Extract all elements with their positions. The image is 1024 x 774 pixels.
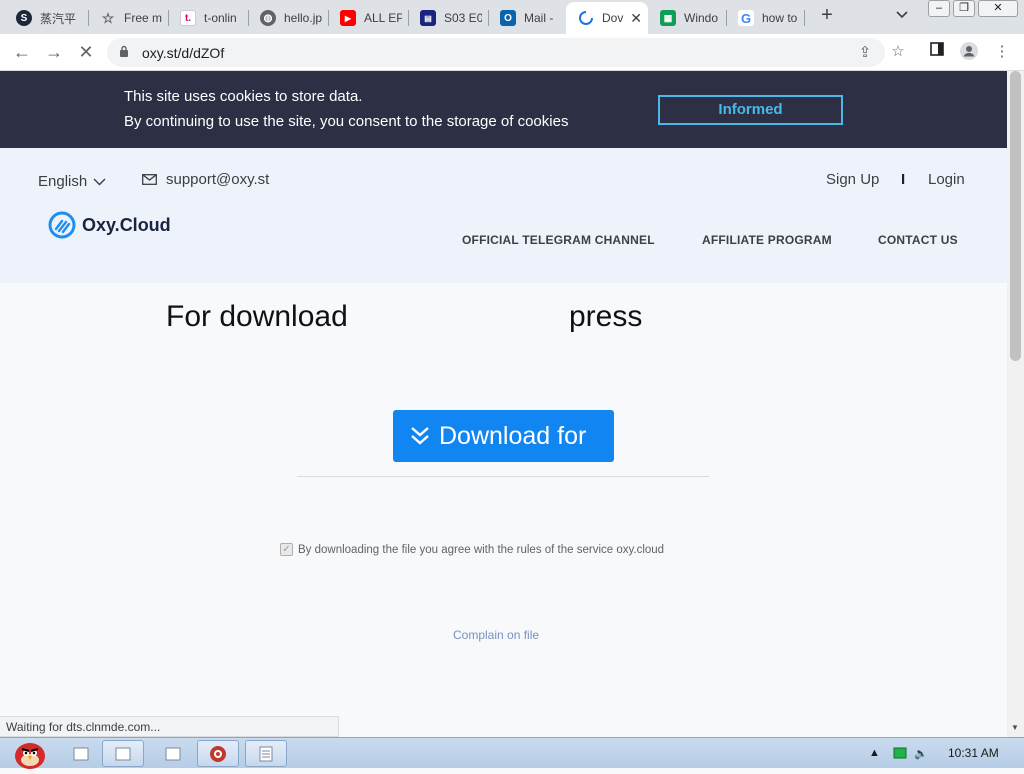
tab-title: ALL EPI [364, 11, 402, 25]
browser-toolbar: ← → ✕ oxy.st/d/dZOf ⇪ ☆ ⋮ [0, 34, 1024, 71]
support-email-link[interactable]: support@oxy.st [142, 171, 269, 188]
cookie-banner: This site uses cookies to store data. By… [0, 71, 1007, 148]
media-icon: ▤ [420, 10, 436, 26]
double-chevron-down-icon [411, 427, 429, 445]
tab-hello[interactable]: ◍ hello.jp [248, 4, 328, 32]
side-panel-icon[interactable] [927, 42, 947, 62]
download-button[interactable]: Download for [393, 410, 614, 462]
youtube-icon: ▶ [340, 10, 356, 26]
language-selector[interactable]: English [38, 173, 106, 190]
tab-title: t-onlin [204, 11, 237, 25]
scroll-down-arrow-icon[interactable]: ▼ [1011, 723, 1019, 732]
network-icon[interactable] [893, 747, 907, 762]
back-button[interactable]: ← [10, 40, 34, 64]
taskbar-show-desktop[interactable] [60, 740, 102, 767]
tab-title: S03 E0 [444, 11, 482, 25]
t-online-icon: t. [180, 10, 196, 26]
tab-title: hello.jp [284, 11, 322, 25]
menu-contact-us[interactable]: CONTACT US [878, 233, 958, 247]
cookie-text-line-1: This site uses cookies to store data. [124, 88, 363, 105]
tab-download-active[interactable]: Dov ✕ [566, 2, 648, 34]
tab-title: Free m [124, 11, 162, 25]
tab-youtube[interactable]: ▶ ALL EPI [328, 4, 408, 32]
tab-windows[interactable]: ▦ Windo [648, 4, 726, 32]
cookie-informed-button[interactable]: Informed [658, 95, 843, 125]
taskbar-steam[interactable] [197, 740, 239, 767]
download-button-label: Download for [439, 421, 587, 450]
share-icon[interactable]: ⇪ [855, 43, 875, 63]
taskbar-explorer[interactable] [102, 740, 144, 767]
tab-search-chevron-icon[interactable] [896, 8, 914, 26]
google-icon: G [738, 10, 754, 26]
volume-icon[interactable]: 🔈 [914, 747, 928, 760]
new-tab-button[interactable]: + [817, 5, 837, 26]
profile-icon[interactable] [959, 42, 979, 62]
loading-spinner-icon [578, 10, 594, 26]
status-bar: Waiting for dts.clnmde.com... [0, 716, 339, 737]
oxy-logo-icon [48, 211, 76, 239]
tab-steam[interactable]: S 蒸汽平 [4, 4, 88, 32]
taskbar-notepad[interactable] [245, 740, 287, 767]
tab-bar: S 蒸汽平 ☆ Free m t. t-onlin ◍ hello.jp ▶ A… [0, 0, 1024, 34]
stop-loading-button[interactable]: ✕ [74, 40, 98, 64]
page-viewport: This site uses cookies to store data. By… [0, 71, 1007, 737]
tab-title: Windo [684, 11, 719, 25]
bookmark-star-icon[interactable]: ☆ [888, 42, 908, 62]
lock-icon [120, 45, 128, 57]
agree-text: By downloading the file you agree with t… [298, 543, 665, 556]
forward-button[interactable]: → [42, 40, 66, 64]
close-window-button[interactable]: ✕ [978, 0, 1018, 17]
tray-expand-icon[interactable]: ▲ [869, 747, 880, 759]
agree-terms: ✓ By downloading the file you agree with… [280, 543, 664, 556]
menu-affiliate-program[interactable]: AFFILIATE PROGRAM [702, 233, 832, 247]
tab-title: 蒸汽平 [40, 11, 77, 26]
mail-icon [142, 174, 157, 185]
outlook-icon: O [500, 10, 516, 26]
tab-mail[interactable]: O Mail - [488, 4, 568, 32]
tab-title: how to [762, 11, 798, 25]
close-tab-icon[interactable]: ✕ [630, 10, 642, 27]
address-bar[interactable]: oxy.st/d/dZOf ⇪ [107, 38, 885, 67]
chevron-down-icon [93, 175, 106, 189]
tab-title: Dov [602, 11, 624, 25]
tab-google[interactable]: G how to [726, 4, 804, 32]
language-label: English [38, 173, 88, 190]
globe-icon: ◍ [260, 10, 276, 26]
star-icon: ☆ [101, 9, 115, 26]
download-heading-left: For download [166, 300, 348, 333]
tab-free[interactable]: ☆ Free m [88, 4, 168, 32]
taskbar: ▲ 🔈 10:31 AM [0, 737, 1024, 769]
logo-text: Oxy.Cloud [82, 214, 171, 235]
agree-checkbox[interactable]: ✓ [280, 543, 293, 556]
tab-title: Mail - [524, 11, 554, 25]
vertical-scrollbar[interactable]: ▲ ▼ [1007, 71, 1024, 737]
auth-separator: I [901, 171, 906, 188]
cookie-text-line-2: By continuing to use the site, you conse… [124, 113, 569, 130]
complain-link[interactable]: Complain on file [453, 628, 539, 642]
taskbar-clock[interactable]: 10:31 AM [948, 746, 999, 760]
download-heading-right: press [569, 300, 643, 333]
minimize-button[interactable]: – [928, 0, 950, 17]
divider [297, 476, 709, 477]
menu-telegram-channel[interactable]: OFFICIAL TELEGRAM CHANNEL [462, 233, 655, 247]
restore-button[interactable]: ❐ [953, 0, 975, 17]
steam-icon: S [16, 10, 32, 26]
menu-kebab-icon[interactable]: ⋮ [992, 42, 1012, 62]
tab-s03[interactable]: ▤ S03 E0 [408, 4, 488, 32]
oxy-cloud-logo[interactable]: Oxy.Cloud [48, 211, 171, 239]
support-email-text: support@oxy.st [166, 171, 270, 188]
url-text[interactable]: oxy.st/d/dZOf [142, 45, 224, 61]
tab-t-online[interactable]: t. t-onlin [168, 4, 248, 32]
signup-link[interactable]: Sign Up [826, 171, 879, 188]
taskbar-window-2[interactable] [152, 740, 194, 767]
login-link[interactable]: Login [928, 171, 965, 188]
start-button-angry-bird-icon[interactable] [8, 738, 48, 769]
sheets-icon: ▦ [660, 10, 676, 26]
scroll-thumb[interactable] [1010, 71, 1021, 361]
